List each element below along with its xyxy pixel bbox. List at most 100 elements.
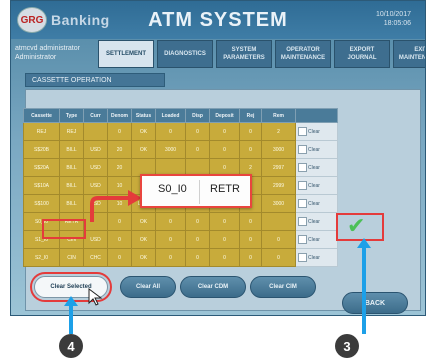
clear-cell[interactable]: Clear [295, 122, 338, 141]
table-cell: REJ [23, 122, 60, 141]
tab-exit-maintenance[interactable]: EXIT MAINTENANCE [393, 40, 425, 68]
table-cell: 3000 [261, 194, 296, 213]
table-cell: S$100 [23, 194, 60, 213]
back-button[interactable]: BACK [342, 292, 408, 314]
popup-type: RETR [210, 183, 240, 195]
table-cell: OK [131, 140, 156, 159]
step-badge-3: 3 [335, 334, 359, 358]
tutorial-figure: GRG Banking ATM SYSTEM 10/10/2017 18:05:… [0, 0, 431, 362]
table-cell: BILL [59, 158, 84, 177]
table-cell: 20 [107, 158, 132, 177]
checkmark-icon: ✔ [347, 214, 366, 239]
table-cell: USD [83, 158, 108, 177]
section-title: CASSETTE OPERATION [25, 73, 165, 87]
table-cell: S$20B [23, 140, 60, 159]
clear-cell[interactable]: Clear [295, 212, 338, 231]
table-row[interactable]: REJ REJ 0 OK 0 0 0 0 2 Clear [23, 122, 338, 141]
table-cell: REJ [59, 122, 84, 141]
clear-checkbox[interactable] [298, 145, 307, 154]
clear-cell[interactable]: Clear [295, 194, 338, 213]
table-cell: 0 [209, 230, 240, 249]
column-header: Curr [83, 108, 108, 123]
table-cell: 0 [209, 122, 240, 141]
clear-checkbox[interactable] [298, 181, 307, 190]
table-cell: 2999 [261, 176, 296, 195]
table-cell: 0 [155, 212, 186, 231]
popup-divider [199, 180, 200, 204]
table-row[interactable]: S2_I0 CIN CHC 0 OK 0 0 0 0 0 Clear [23, 248, 338, 267]
table-cell: BILL [59, 176, 84, 195]
table-cell: 0 [261, 248, 296, 267]
column-header: Status [131, 108, 156, 123]
user-line-1: atmcvd administrator [15, 45, 80, 52]
table-cell: OK [131, 122, 156, 141]
table-cell: 0 [209, 248, 240, 267]
table-cell: USD [83, 230, 108, 249]
clear-cell[interactable]: Clear [295, 230, 338, 249]
mouse-pointer-icon [88, 288, 103, 306]
table-row[interactable]: S$20B BILL USD 20 OK 3000 0 0 0 3000 Clear [23, 140, 338, 159]
clear-checkbox[interactable] [298, 199, 307, 208]
table-cell: CHC [83, 248, 108, 267]
tab-system-parameters[interactable]: SYSTEM PARAMETERS [216, 40, 272, 68]
clear-checkbox[interactable] [298, 127, 307, 136]
clear-label: Clear [308, 146, 320, 153]
clear-cell[interactable]: Clear [295, 248, 338, 267]
table-cell: 0 [107, 230, 132, 249]
clear-label: Clear [308, 182, 320, 189]
table-cell [261, 212, 296, 231]
clear-label: Clear [308, 164, 320, 171]
clear-label: Clear [308, 236, 320, 243]
table-cell: 0 [155, 230, 186, 249]
tab-operator-maintenance[interactable]: OPERATOR MAINTENANCE [275, 40, 331, 68]
clear-checkbox[interactable] [298, 253, 307, 262]
table-cell: USD [83, 140, 108, 159]
tab-diagnostics[interactable]: DIAGNOSTICS [157, 40, 213, 68]
popup-cassette: S0_I0 [158, 183, 187, 195]
table-cell: S$20A [23, 158, 60, 177]
clear-checkbox[interactable] [298, 217, 307, 226]
step-badge-4: 4 [59, 334, 83, 358]
table-cell: 2 [261, 122, 296, 141]
highlight-s0-row [42, 219, 86, 239]
table-cell: 0 [239, 248, 262, 267]
table-cell: 0 [185, 140, 210, 159]
clear-label: Clear [308, 128, 320, 135]
tab-settlement[interactable]: SETTLEMENT [98, 40, 154, 68]
column-header [295, 108, 338, 123]
table-cell: 3000 [261, 140, 296, 159]
clear-label: Clear [308, 254, 320, 261]
clear-all-button[interactable]: Clear All [120, 276, 176, 298]
clear-cdm-button[interactable]: Clear CDM [180, 276, 246, 298]
time-label: 18:05:06 [383, 20, 411, 27]
callout-arrow-3 [362, 246, 366, 334]
table-cell: 0 [239, 212, 262, 231]
clear-checkbox[interactable] [298, 235, 307, 244]
red-arrow-icon [90, 190, 142, 222]
tab-export-journal[interactable]: EXPORT JOURNAL [334, 40, 390, 68]
header-bar: GRG Banking ATM SYSTEM 10/10/2017 18:05:… [11, 1, 425, 39]
clear-checkbox[interactable] [298, 163, 307, 172]
cassette-popup: S0_I0 RETR [140, 174, 252, 208]
clear-cim-button[interactable]: Clear CIM [250, 276, 316, 298]
column-header: Rej [239, 108, 262, 123]
column-header: Denom [107, 108, 132, 123]
column-header: Deposit [209, 108, 240, 123]
column-header: Type [59, 108, 84, 123]
table-cell: 20 [107, 140, 132, 159]
clear-cell[interactable]: Clear [295, 176, 338, 195]
table-cell: BILL [59, 140, 84, 159]
table-cell: 0 [155, 248, 186, 267]
table-cell: 0 [107, 248, 132, 267]
table-cell: 0 [185, 248, 210, 267]
table-cell: S$10A [23, 176, 60, 195]
table-cell: OK [131, 230, 156, 249]
table-cell: 0 [239, 140, 262, 159]
table-header-row: Cassette Type Curr Denom Status Loaded Disp Dep… [23, 108, 338, 123]
column-header: Loaded [155, 108, 186, 123]
table-cell: 0 [261, 230, 296, 249]
clear-cell[interactable]: Clear [295, 158, 338, 177]
table-cell: CIN [59, 248, 84, 267]
clear-cell[interactable]: Clear [295, 140, 338, 159]
table-cell: 0 [185, 212, 210, 231]
